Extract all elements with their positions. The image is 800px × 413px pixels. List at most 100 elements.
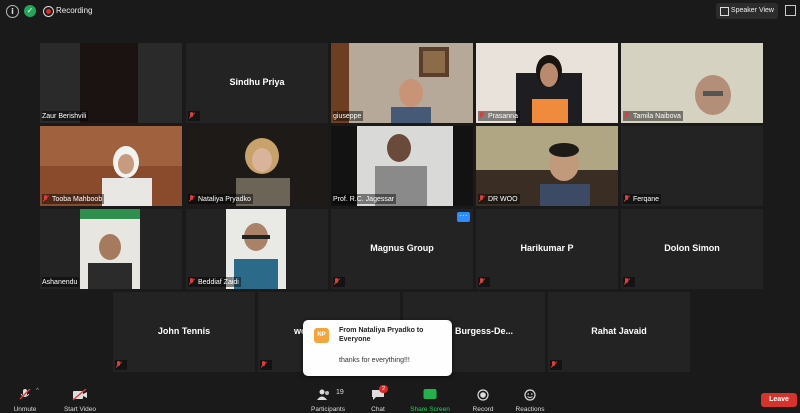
participant-tile[interactable]: Tooba Mahboob (40, 126, 182, 206)
recording-icon (43, 6, 54, 17)
unmute-button[interactable]: ^ Unmute (6, 386, 44, 413)
participant-name: Tamila Naibova (633, 112, 681, 120)
smiley-icon (524, 389, 536, 401)
participant-label (623, 277, 635, 287)
participant-label: Zaur Berishvili (42, 111, 89, 121)
info-icon[interactable]: i (6, 5, 19, 18)
participant-tile[interactable]: DR WOO (476, 126, 618, 206)
participant-big-name: Rahat Javaid (591, 326, 647, 336)
participant-label (260, 360, 272, 370)
participant-label: Prasanna (478, 111, 520, 121)
participant-label: Tamila Naibova (623, 111, 683, 121)
participant-tile[interactable]: Prof. R.C. Jagessar (331, 126, 473, 206)
participant-name: Prof. R.C. Jagessar (333, 195, 395, 203)
chevron-up-icon[interactable]: ^ (36, 388, 39, 394)
participant-tile[interactable]: ··· Magnus Group (331, 209, 473, 289)
more-options-icon[interactable]: ··· (457, 212, 470, 222)
participant-name: Tooba Mahboob (52, 195, 103, 203)
mic-muted-icon (188, 195, 195, 203)
speaker-view-button[interactable]: Speaker View (716, 3, 778, 19)
chat-sender: From Nataliya Pryadko to Everyone (339, 327, 424, 343)
participant-label (115, 360, 127, 370)
participant-tile[interactable]: Rahat Javaid (548, 292, 690, 372)
participant-tile[interactable]: Harikumar P (476, 209, 618, 289)
unmute-label: Unmute (13, 406, 37, 413)
start-video-label: Start Video (63, 406, 97, 413)
chat-avatar: NP (314, 328, 329, 343)
camera-off-icon (72, 389, 87, 401)
mic-muted-icon (478, 195, 485, 203)
chat-label: Chat (371, 406, 385, 413)
participant-big-name: John Tennis (157, 326, 211, 336)
participants-label: Participants (311, 406, 345, 413)
participant-tile[interactable]: Ferqane (621, 126, 763, 206)
participant-tile[interactable]: Nataliya Pryadko (186, 126, 328, 206)
speaker-view-label: Speaker View (730, 7, 774, 14)
participant-name: Beddiaf Zaidi (198, 278, 239, 286)
chat-notification[interactable]: NP From Nataliya Pryadko to Everyone tha… (303, 320, 452, 376)
reactions-button[interactable]: Reactions (512, 386, 548, 413)
participant-count: 19 (336, 389, 344, 396)
recording-label: Recording (56, 6, 93, 15)
participant-name: DR WOO (488, 195, 518, 203)
participant-name: Nataliya Pryadko (198, 195, 251, 203)
participants-button[interactable]: 19 Participants (306, 386, 350, 413)
participants-icon (317, 389, 329, 400)
mic-muted-icon (115, 361, 122, 369)
participant-tile[interactable]: Ashanendu (40, 209, 182, 289)
mic-muted-icon (623, 278, 630, 286)
participant-label (188, 111, 200, 121)
participant-tile[interactable]: Dolon Simon (621, 209, 763, 289)
mic-muted-icon (333, 278, 340, 286)
shield-check-icon[interactable]: ✓ (24, 5, 36, 17)
participant-tile[interactable]: Prasanna (476, 43, 618, 123)
record-button[interactable]: Record (468, 386, 498, 413)
record-label: Record (472, 406, 494, 413)
participant-label: Ashanendu (42, 277, 80, 287)
record-icon (477, 389, 489, 401)
start-video-button[interactable]: Start Video (58, 386, 102, 413)
participant-label: Tooba Mahboob (42, 194, 105, 204)
participant-tile[interactable]: Tamila Naibova (621, 43, 763, 123)
microphone-muted-icon (19, 389, 31, 400)
mic-muted-icon (260, 361, 267, 369)
participant-label: Prof. R.C. Jagessar (333, 194, 397, 204)
share-screen-button[interactable]: Share Screen (407, 386, 453, 413)
participant-label: Ferqane (623, 194, 662, 204)
participant-tile[interactable]: Sindhu Priya (186, 43, 328, 123)
grid-icon (720, 7, 729, 16)
participant-name: Prasanna (488, 112, 518, 120)
participant-label (550, 360, 562, 370)
participant-name: Zaur Berishvili (42, 112, 87, 120)
participant-label (333, 277, 345, 287)
mic-muted-icon (478, 112, 485, 120)
participant-tile[interactable]: John Tennis (113, 292, 255, 372)
participant-tile[interactable]: Beddiaf Zaidi (186, 209, 328, 289)
mic-muted-icon (188, 278, 195, 286)
chat-message: thanks for everything!!! (339, 357, 410, 364)
mic-muted-icon (42, 195, 49, 203)
participant-label: DR WOO (478, 194, 520, 204)
chat-unread-badge: 2 (379, 385, 388, 393)
mic-muted-icon (550, 361, 557, 369)
reactions-label: Reactions (515, 406, 545, 413)
meeting-toolbar: ^ Unmute Start Video 19 Participants 2 C… (0, 385, 800, 413)
share-screen-label: Share Screen (410, 406, 450, 413)
participant-name: Ashanendu (42, 278, 78, 286)
participant-label (478, 277, 490, 287)
participant-big-name: Harikumar P (520, 243, 574, 253)
active-speaker-tile[interactable]: giuseppe (331, 43, 473, 123)
mic-muted-icon (188, 112, 195, 120)
chat-button[interactable]: 2 Chat (364, 385, 392, 413)
participant-big-name: Sindhu Priya (229, 77, 285, 87)
mic-muted-icon (478, 278, 485, 286)
mic-muted-icon (623, 195, 630, 203)
fullscreen-icon[interactable] (785, 5, 796, 16)
share-screen-icon (423, 389, 437, 399)
participant-tile[interactable]: Zaur Berishvili (40, 43, 182, 123)
participant-label: Nataliya Pryadko (188, 194, 253, 204)
participant-name: giuseppe (333, 112, 362, 120)
mic-muted-icon (623, 112, 630, 120)
leave-button[interactable]: Leave (761, 393, 797, 407)
participant-label: Beddiaf Zaidi (188, 277, 241, 287)
